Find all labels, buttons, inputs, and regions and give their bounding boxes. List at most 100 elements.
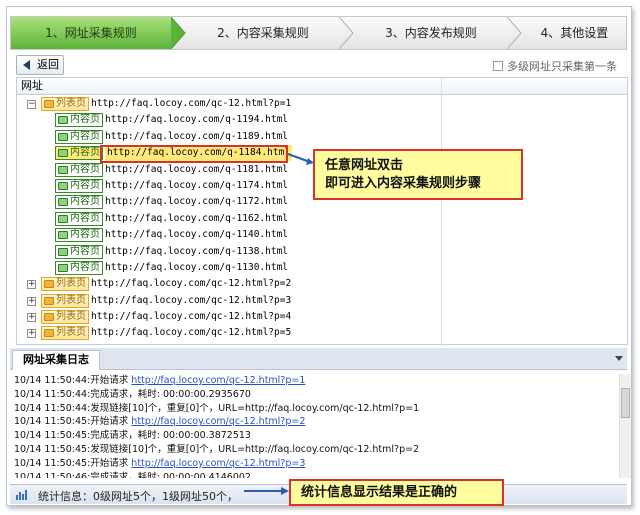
status-callout: 统计信息显示结果是正确的: [289, 479, 504, 506]
scrollbar-thumb[interactable]: [621, 388, 630, 418]
tree-node-list-page[interactable]: + 列表页 http://faq.locoy.com/qc-12.html?p=5: [17, 325, 441, 341]
content-page-tag: 内容页: [55, 211, 103, 226]
content-page-tag: 内容页: [55, 244, 103, 259]
node-url: http://faq.locoy.com/qc-12.html?p=1: [91, 98, 292, 109]
chevron-down-icon[interactable]: [615, 356, 623, 361]
node-url: http://faq.locoy.com/q-1140.html: [105, 229, 289, 241]
tag-label: 内容页: [70, 261, 100, 273]
toolbar: 返回 多级网址只采集第一条: [10, 54, 627, 76]
node-url: http://faq.locoy.com/qc-12.html?p=2: [91, 278, 292, 290]
folder-icon: [44, 329, 54, 338]
list-page-tag: 列表页: [41, 310, 89, 325]
page-icon: [58, 198, 68, 207]
tag-label: 列表页: [56, 98, 86, 109]
tree-node-content-page[interactable]: 内容页 http://faq.locoy.com/q-1194.html: [17, 112, 441, 128]
log-line: 10/14 11:50:44:开始请求 http://faq.locoy.com…: [14, 374, 618, 388]
tree-node-content-page[interactable]: 内容页 http://faq.locoy.com/q-1138.html: [17, 244, 441, 260]
log-text: 10/14 11:50:46:完成请求，耗时: 00:00:00.4146002: [14, 471, 251, 478]
tree-node-content-page[interactable]: 内容页 http://faq.locoy.com/q-1189.html: [17, 129, 441, 145]
tree-node-content-page[interactable]: 内容页 http://faq.locoy.com/q-1140.html: [17, 227, 441, 243]
tag-label: 内容页: [70, 163, 100, 175]
tab-url-collect-log[interactable]: 网址采集日志: [12, 350, 100, 370]
folder-icon: [44, 100, 54, 108]
expand-icon[interactable]: +: [27, 313, 36, 323]
tag-label: 列表页: [56, 294, 86, 306]
step-separator-icon: [171, 17, 186, 49]
step-publish-rules[interactable]: 3、内容发布规则: [355, 17, 507, 49]
page-icon: [58, 149, 68, 158]
tree-node-list-page[interactable]: − 列表页 http://faq.locoy.com/qc-12.html?p=1: [17, 96, 441, 112]
tree-node-content-page[interactable]: 内容页 http://faq.locoy.com/q-1162.html: [17, 211, 441, 227]
tree-node-list-page[interactable]: + 列表页 http://faq.locoy.com/qc-12.html?p=4: [17, 309, 441, 325]
url-collect-log: 10/14 11:50:44:开始请求 http://faq.locoy.com…: [14, 374, 618, 478]
log-scrollbar[interactable]: [619, 374, 631, 478]
log-link[interactable]: http://faq.locoy.com/qc-12.html?p=3: [131, 458, 305, 469]
content-page-tag: 内容页: [55, 228, 103, 243]
node-url: http://faq.locoy.com/q-1174.html: [105, 179, 289, 191]
multilevel-first-only-option[interactable]: 多级网址只采集第一条: [493, 58, 617, 74]
content-page-tag: 内容页: [55, 162, 103, 177]
node-url: http://faq.locoy.com/q-1172.html: [105, 196, 289, 208]
tag-label: 内容页: [70, 147, 100, 159]
content-page-tag: 内容页: [55, 260, 103, 275]
multilevel-checkbox-label: 多级网址只采集第一条: [507, 60, 617, 73]
tree-node-list-page[interactable]: + 列表页 http://faq.locoy.com/qc-12.html?p=3: [17, 293, 441, 309]
node-url: http://faq.locoy.com/q-1130.html: [105, 261, 289, 273]
tree-node-list-page[interactable]: + 列表页 http://faq.locoy.com/qc-12.html?p=2: [17, 276, 441, 292]
tag-label: 内容页: [70, 229, 100, 241]
back-button-label: 返回: [37, 58, 59, 71]
step-content-rules[interactable]: 2、内容采集规则: [187, 17, 339, 49]
tag-label: 列表页: [56, 311, 86, 323]
step-label: 4、其他设置: [540, 26, 609, 40]
node-url: http://faq.locoy.com/q-1162.html: [105, 212, 289, 224]
log-text: 10/14 11:50:44:完成请求，耗时: 00:00:00.2935670: [14, 388, 251, 400]
expand-icon[interactable]: +: [27, 280, 36, 290]
tag-label: 列表页: [56, 327, 86, 339]
tag-label: 列表页: [56, 278, 86, 290]
folder-icon: [44, 280, 54, 289]
tag-label: 内容页: [70, 245, 100, 257]
back-arrow-icon: [23, 60, 30, 70]
log-link[interactable]: http://faq.locoy.com/qc-12.html?p=2: [131, 416, 305, 427]
log-line: 10/14 11:50:44:完成请求，耗时: 00:00:00.2935670: [14, 388, 618, 402]
step-separator-icon: [339, 17, 354, 49]
status-text: 统计信息：0级网址5个，1级网址50个，: [38, 490, 238, 503]
page-icon: [58, 231, 68, 240]
expand-icon[interactable]: +: [27, 296, 36, 306]
page-icon: [58, 263, 68, 272]
expand-icon[interactable]: +: [27, 329, 36, 339]
log-line: 10/14 11:50:45:发现链接[10]个，重复[0]个，URL=http…: [14, 443, 618, 457]
selected-node-highlight: [100, 145, 288, 163]
log-line: 10/14 11:50:45:完成请求，耗时: 00:00:00.3872513: [14, 429, 618, 443]
page-icon: [58, 214, 68, 223]
page-icon: [58, 116, 68, 125]
multilevel-checkbox[interactable]: [493, 61, 503, 71]
content-page-tag: 内容页: [55, 129, 103, 144]
log-line: 10/14 11:50:44:发现链接[10]个，重复[0]个，URL=http…: [14, 402, 618, 416]
page-icon: [58, 165, 68, 174]
step-label: 3、内容发布规则: [385, 26, 477, 40]
content-page-tag: 内容页: [55, 195, 103, 210]
url-tree-panel: 网址 − 列表页 http://faq.locoy.com/qc-12.html?p…: [16, 77, 628, 346]
node-url: http://faq.locoy.com/qc-12.html?p=4: [91, 311, 292, 323]
tag-label: 内容页: [70, 179, 100, 191]
log-text: 10/14 11:50:45:发现链接[10]个，重复[0]个，URL=http…: [14, 443, 420, 455]
step-separator-icon: [507, 17, 522, 49]
log-text: 10/14 11:50:45:完成请求，耗时: 00:00:00.3872513: [14, 430, 251, 442]
log-link[interactable]: http://faq.locoy.com/qc-12.html?p=1: [131, 375, 305, 386]
bar-chart-icon: [16, 490, 27, 500]
node-url: http://faq.locoy.com/q-1138.html: [105, 245, 289, 257]
step-url-rules[interactable]: 1、网址采集规则: [11, 17, 171, 49]
tag-label: 内容页: [70, 130, 100, 142]
column-divider: [441, 78, 442, 346]
node-url: http://faq.locoy.com/qc-12.html?p=3: [91, 294, 292, 306]
log-tabbar: 网址采集日志: [10, 348, 627, 370]
tree-node-content-page[interactable]: 内容页 http://faq.locoy.com/q-1130.html: [17, 260, 441, 276]
step-other-settings[interactable]: 4、其他设置: [523, 17, 626, 49]
log-text: 10/14 11:50:45:开始请求: [14, 416, 132, 428]
callout-arrow-icon: [244, 487, 289, 495]
page-icon: [58, 132, 68, 141]
folder-icon: [44, 313, 54, 322]
collapse-icon[interactable]: −: [27, 100, 36, 109]
back-button[interactable]: 返回: [16, 55, 64, 75]
